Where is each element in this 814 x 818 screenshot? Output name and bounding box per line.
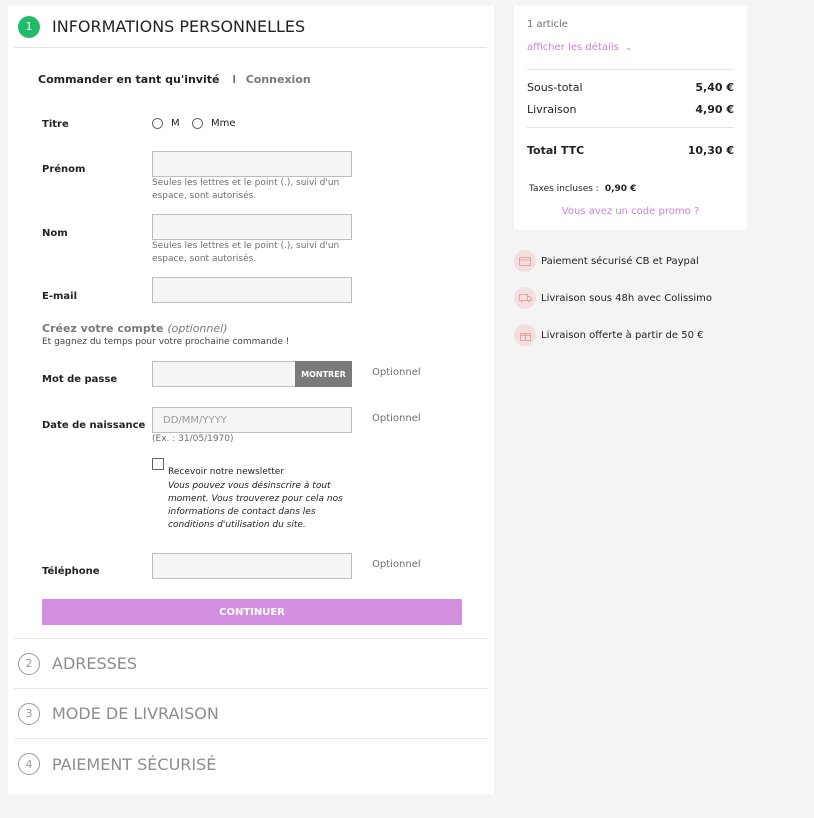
title-label: Titre [42,119,69,130]
total-label: Total TTC [527,144,585,157]
taxes-value: 0,90 € [604,184,637,194]
firstname-hint: Seules les lettres et le point (.), suiv… [152,178,340,201]
reassurance-payment: Paiement sécurisé CB et Paypal [514,250,699,272]
create-account-subtitle: Et gagnez du temps pour votre prochaine … [42,337,290,347]
show-password-button[interactable]: MONTRER [295,361,352,387]
shipping-value: 4,90 € [695,103,734,116]
step-addresses[interactable]: 2 ADRESSES [14,639,487,689]
newsletter-checkbox[interactable] [152,458,164,470]
gift-icon [514,324,536,346]
total-value: 10,30 € [687,144,734,157]
shipping-label: Livraison [527,103,577,116]
radio-circle[interactable] [152,118,163,129]
firstname-input[interactable] [152,151,352,177]
phone-optional: Optionnel [372,559,421,570]
step-personal-info[interactable]: 1 INFORMATIONS PERSONNELLES [14,6,487,48]
phone-input[interactable] [152,553,352,579]
newsletter-text: Vous pouvez vous désinscrire à tout mome… [168,481,343,530]
birthdate-placeholder: DD/MM/YYYY [163,414,227,426]
lastname-input[interactable] [152,214,352,240]
credit-card-icon [514,250,536,272]
radio-m[interactable]: M [152,118,180,129]
reassurance-text: Paiement sécurisé CB et Paypal [541,255,699,267]
reassurance-delivery: Livraison sous 48h avec Colissimo [514,287,712,309]
show-details-label: afficher les détails [527,42,619,53]
radio-circle[interactable] [192,118,203,129]
create-account-heading: Créez votre compte [42,322,164,335]
radio-mme-label: Mme [211,118,236,129]
checkout-steps: 2 ADRESSES 3 MODE DE LIVRAISON 4 PAIEMEN… [14,638,487,789]
password-optional: Optionnel [372,367,421,378]
step-title: INFORMATIONS PERSONNELLES [52,17,306,36]
shipping-row: Livraison 4,90 € [527,103,734,116]
show-details-link[interactable]: afficher les détails ⌄ [527,42,632,53]
birthdate-input[interactable]: DD/MM/YYYY [152,407,352,433]
firstname-label: Prénom [42,164,86,175]
password-input[interactable] [152,361,296,387]
subtotal-label: Sous-total [527,81,583,94]
chevron-down-icon: ⌄ [624,42,633,53]
birthdate-hint: (Ex. : 31/05/1970) [152,434,234,444]
radio-mme[interactable]: Mme [192,118,236,129]
phone-label: Téléphone [42,566,100,577]
email-label: E-mail [42,291,78,302]
step-payment[interactable]: 4 PAIEMENT SÉCURISÉ [14,739,487,789]
step-title: PAIEMENT SÉCURISÉ [52,754,217,774]
radio-m-label: M [171,118,180,129]
create-account-optional: (optionnel) [167,322,228,335]
reassurance-text: Livraison sous 48h avec Colissimo [541,292,713,304]
separator: I [232,73,236,86]
login-bar: Commander en tant qu'invité I Connexion [38,73,311,86]
reassurance-text: Livraison offerte à partir de 50 € [541,329,704,341]
step-number-badge: 1 [18,15,40,38]
birthdate-optional: Optionnel [372,413,421,424]
divider [527,127,734,128]
order-summary: 1 article afficher les détails ⌄ Sous-to… [514,6,747,230]
guest-checkout-tab[interactable]: Commander en tant qu'invité [38,73,219,86]
lastname-label: Nom [42,228,68,239]
step-title: MODE DE LIVRAISON [52,704,219,723]
newsletter-label: Recevoir notre newsletter [168,467,285,477]
promo-code-link[interactable]: Vous avez un code promo ? [514,206,747,217]
truck-icon [514,287,536,309]
article-count: 1 article [527,19,568,30]
step-number-badge: 3 [18,702,40,725]
total-row: Total TTC 10,30 € [527,144,734,157]
step-title: ADRESSES [52,654,138,673]
lastname-hint: Seules les lettres et le point (.), suiv… [152,241,340,264]
subtotal-row: Sous-total 5,40 € [527,81,734,94]
password-label: Mot de passe [42,374,118,385]
taxes-label: Taxes incluses : [529,184,599,194]
step-number-badge: 4 [18,753,40,775]
checkout-card: 1 INFORMATIONS PERSONNELLES Commander en… [8,6,494,794]
email-input[interactable] [152,277,352,303]
step-delivery-mode[interactable]: 3 MODE DE LIVRAISON [14,689,487,739]
reassurance-free-shipping: Livraison offerte à partir de 50 € [514,324,703,346]
divider [527,69,734,70]
continue-button[interactable]: CONTINUER [42,599,462,625]
login-link[interactable]: Connexion [246,73,311,86]
taxes-row: Taxes incluses : 0,90 € [529,184,636,194]
create-account-title: Créez votre compte (optionnel) [42,322,228,335]
step-number-badge: 2 [18,652,40,675]
subtotal-value: 5,40 € [695,81,734,94]
birthdate-label: Date de naissance [42,420,146,431]
